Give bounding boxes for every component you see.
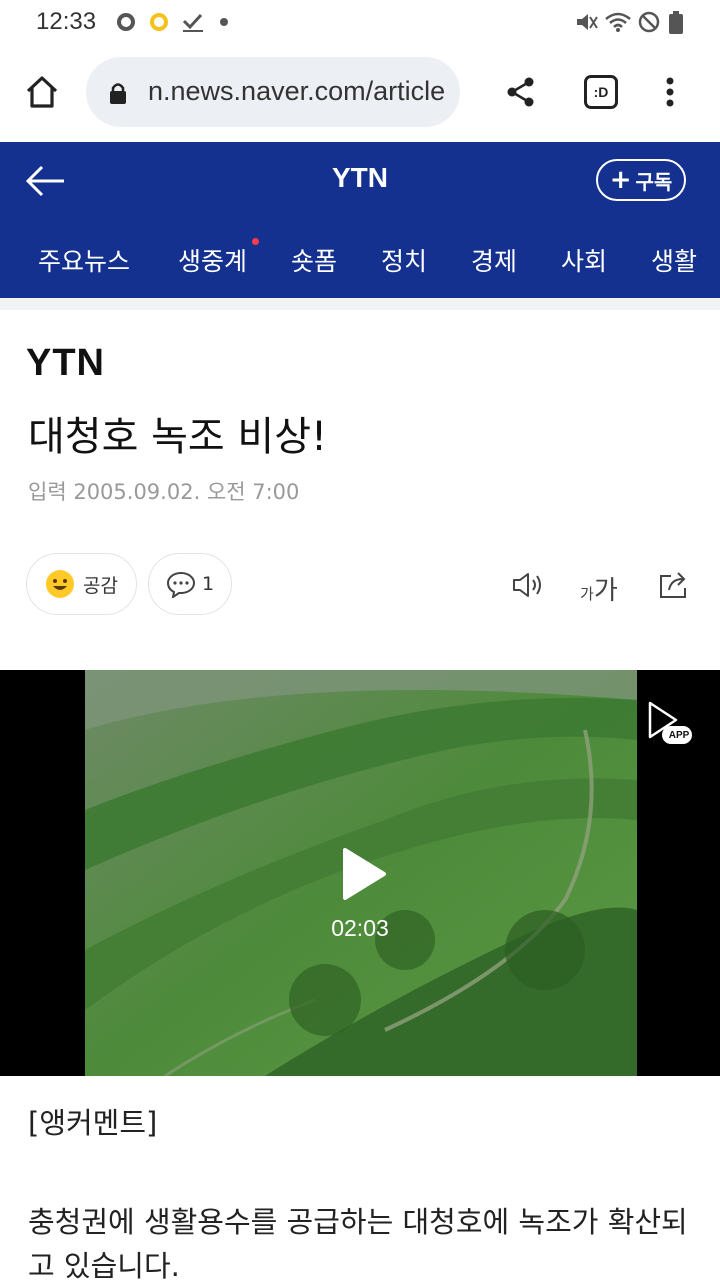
subscribe-button[interactable]: + 구독 bbox=[596, 159, 686, 201]
tab-main-news[interactable]: 주요뉴스 bbox=[38, 242, 130, 278]
article-date: 입력 2005.09.02. 오전 7:00 bbox=[28, 476, 299, 506]
lock-icon bbox=[110, 83, 126, 104]
play-icon[interactable] bbox=[341, 847, 387, 901]
speaker-icon[interactable] bbox=[511, 570, 545, 600]
tab-politics[interactable]: 정치 bbox=[381, 242, 427, 278]
comment-button[interactable]: 1 bbox=[148, 553, 232, 615]
font-size-small: 가 bbox=[580, 585, 594, 603]
browser-url-bar: n.news.naver.com/article :D bbox=[0, 44, 720, 142]
tab-economy[interactable]: 경제 bbox=[471, 242, 517, 278]
font-size-large: 가 bbox=[593, 576, 618, 606]
tab-shortform[interactable]: 숏폼 bbox=[291, 242, 337, 278]
article-paragraph: 충청권에 생활용수를 공급하는 대청호에 녹조가 확산되고 있습니다. bbox=[28, 1205, 688, 1283]
comment-icon bbox=[166, 571, 196, 598]
notification-coin-icon bbox=[150, 13, 168, 31]
status-bar: 12:33 bbox=[0, 0, 720, 44]
smile-icon bbox=[46, 570, 74, 598]
url-text: n.news.naver.com/article bbox=[148, 76, 446, 106]
video-duration: 02:03 bbox=[331, 915, 389, 941]
date-value: 2005.09.02. 오전 7:00 bbox=[73, 480, 300, 504]
reaction-label: 공감 bbox=[83, 574, 118, 597]
more-icon[interactable] bbox=[664, 76, 676, 108]
font-size-button[interactable]: 가가 bbox=[580, 570, 618, 607]
mute-icon bbox=[577, 14, 598, 30]
more-notifications-icon bbox=[220, 18, 228, 26]
press-header: YTN + 구독 bbox=[0, 142, 720, 220]
divider bbox=[0, 298, 720, 310]
article-title: 대청호 녹조 비상! bbox=[28, 414, 328, 460]
tab-live[interactable]: 생중계 bbox=[178, 242, 247, 278]
share-icon[interactable] bbox=[506, 76, 536, 108]
reaction-button[interactable]: 공감 bbox=[26, 553, 137, 615]
check-icon bbox=[182, 13, 203, 32]
home-icon[interactable] bbox=[24, 74, 60, 110]
do-not-disturb-icon bbox=[638, 11, 660, 33]
wifi-icon bbox=[605, 12, 631, 32]
video-player[interactable]: APP 02:03 bbox=[0, 670, 720, 1076]
battery-icon bbox=[669, 11, 683, 34]
tab-switcher-icon[interactable]: :D bbox=[584, 75, 618, 109]
subscribe-label: 구독 bbox=[635, 169, 673, 194]
comment-count: 1 bbox=[202, 573, 215, 595]
plus-icon: + bbox=[609, 165, 632, 195]
section-tabs: 주요뉴스 생중계 숏폼 정치 경제 사회 생활 bbox=[0, 220, 720, 298]
tab-society[interactable]: 사회 bbox=[561, 242, 607, 278]
app-badge: APP bbox=[668, 730, 690, 741]
new-indicator-dot bbox=[252, 238, 259, 245]
notification-m-icon bbox=[117, 13, 135, 31]
external-share-icon[interactable] bbox=[657, 568, 691, 600]
status-time: 12:33 bbox=[36, 8, 97, 35]
anchor-label: [앵커멘트] bbox=[28, 1106, 158, 1140]
press-logo[interactable]: YTN bbox=[26, 342, 105, 385]
address-bar[interactable]: n.news.naver.com/article bbox=[86, 57, 460, 127]
date-label: 입력 bbox=[28, 480, 67, 504]
tab-life[interactable]: 생활 bbox=[651, 242, 697, 278]
